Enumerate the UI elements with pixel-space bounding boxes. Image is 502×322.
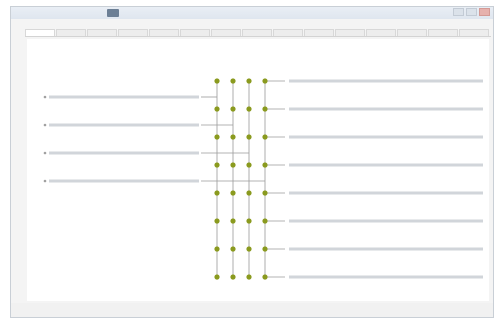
tab-strip <box>25 29 491 37</box>
junction-node <box>262 246 268 252</box>
circuit-diagram <box>43 78 483 280</box>
junction-node <box>214 162 220 168</box>
row-bullet <box>43 123 47 127</box>
junction-node <box>262 190 268 196</box>
junction-node <box>214 134 220 140</box>
junction-node <box>214 218 220 224</box>
tab[interactable] <box>180 29 210 36</box>
right-row-text <box>289 275 483 279</box>
junction-node <box>246 78 252 84</box>
tab[interactable] <box>335 29 365 36</box>
junction-node <box>214 106 220 112</box>
junction-node <box>230 274 236 280</box>
tab[interactable] <box>25 29 55 36</box>
window-controls <box>453 8 490 16</box>
app-icon <box>107 9 119 17</box>
application-window <box>10 6 494 318</box>
right-row-text <box>289 247 483 251</box>
tab[interactable] <box>459 29 489 36</box>
junction-node <box>230 134 236 140</box>
junction-node <box>262 106 268 112</box>
menu-bar <box>17 20 49 27</box>
diagram-canvas <box>27 39 489 301</box>
junction-node <box>214 246 220 252</box>
junction-node <box>246 106 252 112</box>
title-bar[interactable] <box>11 7 493 19</box>
junction-node <box>246 218 252 224</box>
right-row-text <box>289 107 483 111</box>
tab[interactable] <box>273 29 303 36</box>
status-bar <box>11 303 493 317</box>
junction-node <box>262 162 268 168</box>
junction-node <box>262 134 268 140</box>
junction-node <box>246 190 252 196</box>
right-row-text <box>289 135 483 139</box>
junction-node <box>246 162 252 168</box>
junction-node <box>230 106 236 112</box>
junction-node <box>230 190 236 196</box>
junction-node <box>214 274 220 280</box>
minimize-button[interactable] <box>453 8 464 16</box>
tab[interactable] <box>56 29 86 36</box>
junction-node <box>262 78 268 84</box>
junction-node <box>246 274 252 280</box>
junction-node <box>230 162 236 168</box>
row-bullet <box>43 151 47 155</box>
junction-node <box>230 246 236 252</box>
maximize-button[interactable] <box>466 8 477 16</box>
junction-node <box>214 78 220 84</box>
left-row-text <box>49 95 199 99</box>
tab[interactable] <box>242 29 272 36</box>
tab[interactable] <box>304 29 334 36</box>
right-row-text <box>289 163 483 167</box>
tab[interactable] <box>118 29 148 36</box>
left-row-text <box>49 123 199 127</box>
close-button[interactable] <box>479 8 490 16</box>
junction-node <box>246 134 252 140</box>
left-row-text <box>49 179 199 183</box>
right-row-text <box>289 79 483 83</box>
junction-node <box>246 246 252 252</box>
row-bullet <box>43 95 47 99</box>
row-bullet <box>43 179 47 183</box>
junction-node <box>230 78 236 84</box>
tab[interactable] <box>211 29 241 36</box>
junction-node <box>214 190 220 196</box>
junction-node <box>262 218 268 224</box>
right-row-text <box>289 191 483 195</box>
left-row-text <box>49 151 199 155</box>
right-row-text <box>289 219 483 223</box>
tab[interactable] <box>366 29 396 36</box>
junction-node <box>262 274 268 280</box>
tab[interactable] <box>149 29 179 36</box>
tab[interactable] <box>397 29 427 36</box>
tab[interactable] <box>87 29 117 36</box>
junction-node <box>230 218 236 224</box>
tab[interactable] <box>428 29 458 36</box>
